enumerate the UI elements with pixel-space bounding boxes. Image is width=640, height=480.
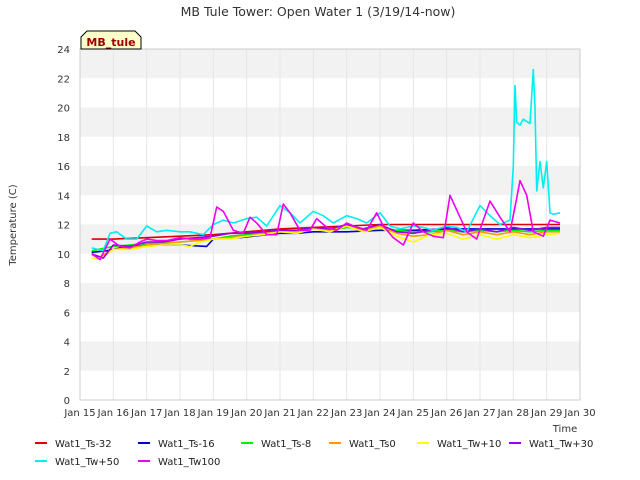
legend-label: Wat1_Tw+30 xyxy=(529,439,593,450)
site-label: MB_tule xyxy=(86,36,135,49)
x-axis: Jan 15 Jan 16 Jan 17 Jan 18 Jan 19 Jan 20 Jan … xyxy=(63,408,595,419)
y-tick-label: 14 xyxy=(57,191,70,202)
legend-label: Wat1_Tw+10 xyxy=(437,439,501,450)
grid-band xyxy=(80,78,580,108)
grid-band xyxy=(80,136,580,166)
x-tick-label: Jan 20 xyxy=(230,408,262,419)
legend-label: Wat1_Ts-16 xyxy=(158,439,215,450)
legend: Wat1_Ts-32 Wat1_Ts-16 Wat1_Ts-8 Wat1_Ts0 Wat… xyxy=(35,439,593,468)
x-axis-label: Time xyxy=(552,424,577,435)
x-tick-label: Jan 15 xyxy=(63,408,95,419)
legend-item: Wat1_Ts-32 xyxy=(35,439,112,450)
grid-band xyxy=(80,166,580,196)
chart-title: MB Tule Tower: Open Water 1 (3/19/14-now… xyxy=(181,4,456,19)
x-tick-label: Jan 19 xyxy=(197,408,229,419)
grid-band xyxy=(80,341,580,371)
legend-label: Wat1_Ts-8 xyxy=(261,439,311,450)
y-tick-label: 20 xyxy=(57,104,70,115)
y-tick-label: 16 xyxy=(57,162,70,173)
x-tick-label: Jan 30 xyxy=(563,408,595,419)
y-tick-label: 0 xyxy=(64,396,70,407)
chart: MB Tule Tower: Open Water 1 (3/19/14-now… xyxy=(8,4,596,468)
x-tick-label: Jan 28 xyxy=(497,408,529,419)
y-tick-label: 4 xyxy=(64,338,70,349)
legend-item: Wat1_Ts-8 xyxy=(241,439,311,450)
y-tick-label: 6 xyxy=(64,308,70,319)
legend-item: Wat1_Tw100 xyxy=(138,457,220,468)
x-tick-label: Jan 16 xyxy=(97,408,129,419)
y-tick-label: 22 xyxy=(57,74,70,85)
site-label-box: MB_tule xyxy=(80,30,142,50)
x-tick-label: Jan 24 xyxy=(363,408,395,419)
x-tick-label: Jan 22 xyxy=(297,408,329,419)
grid-band xyxy=(80,312,580,342)
legend-label: Wat1_Tw100 xyxy=(158,457,220,468)
x-tick-label: Jan 23 xyxy=(330,408,362,419)
y-tick-label: 8 xyxy=(64,279,70,290)
grid-band xyxy=(80,370,580,400)
x-tick-label: Jan 25 xyxy=(397,408,429,419)
legend-item: Wat1_Ts-16 xyxy=(138,439,215,450)
x-tick-label: Jan 29 xyxy=(530,408,562,419)
x-tick-label: Jan 17 xyxy=(130,408,162,419)
y-axis: 024681012141618202224 xyxy=(57,45,70,407)
y-tick-label: 10 xyxy=(57,250,70,261)
grid-band xyxy=(80,253,580,283)
y-tick-label: 24 xyxy=(57,45,70,56)
y-tick-label: 12 xyxy=(57,221,70,232)
legend-item: Wat1_Tw+10 xyxy=(417,439,501,450)
legend-label: Wat1_Ts-32 xyxy=(55,439,112,450)
y-axis-label: Temperature (C) xyxy=(8,184,19,266)
y-tick-label: 2 xyxy=(64,367,70,378)
x-tick-label: Jan 21 xyxy=(263,408,295,419)
y-tick-label: 18 xyxy=(57,133,70,144)
legend-label: Wat1_Tw+50 xyxy=(55,457,119,468)
grid-band xyxy=(80,107,580,137)
x-tick-label: Jan 27 xyxy=(463,408,495,419)
grid-band xyxy=(80,283,580,313)
grid-band xyxy=(80,49,580,79)
legend-item: Wat1_Tw+30 xyxy=(509,439,593,450)
legend-label: Wat1_Ts0 xyxy=(349,439,396,450)
x-tick-label: Jan 18 xyxy=(163,408,195,419)
legend-item: Wat1_Tw+50 xyxy=(35,457,119,468)
legend-item: Wat1_Ts0 xyxy=(329,439,396,450)
x-tick-label: Jan 26 xyxy=(430,408,462,419)
